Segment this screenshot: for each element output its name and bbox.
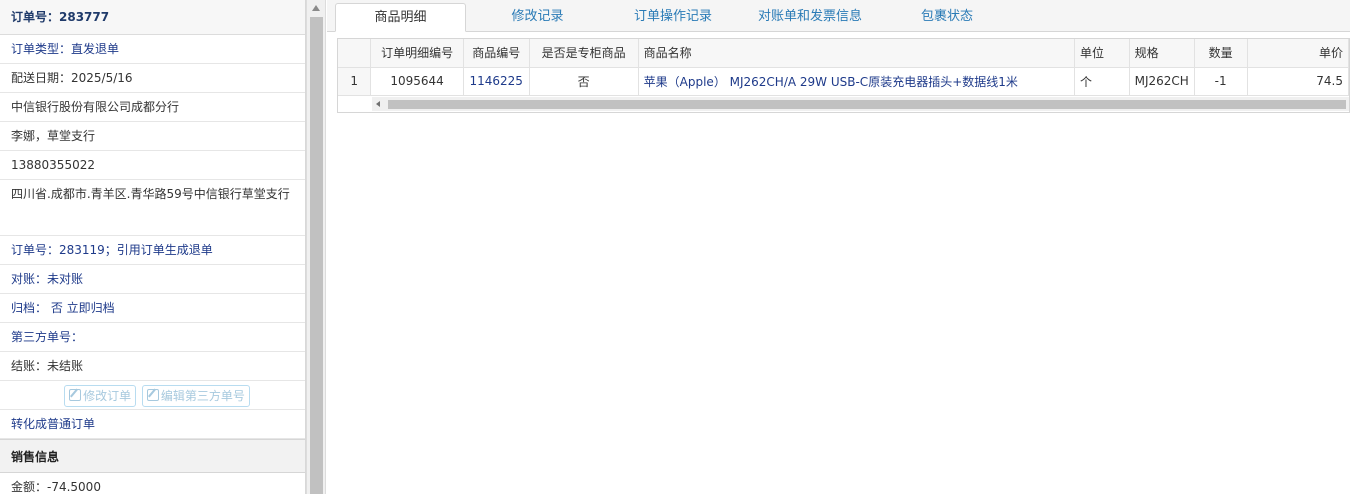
col-header-name[interactable]: 商品名称 [638, 39, 1076, 68]
horizontal-scrollbar[interactable] [372, 97, 1349, 111]
amount: 金额：-74.5000 [0, 473, 305, 494]
col-header-product-id[interactable]: 商品编号 [463, 39, 530, 68]
cell-unit: 个 [1074, 67, 1130, 96]
edit-third-party-label: 编辑第三方单号 [160, 388, 245, 403]
edit-third-party-button[interactable]: 编辑第三方单号 [141, 384, 250, 407]
order-number-title: 订单号：283777 [0, 0, 305, 35]
tab-bar: 商品明细 修改记录 订单操作记录 对账单和发票信息 包裹状态 [327, 0, 1350, 32]
cell-counter: 否 [529, 67, 639, 96]
action-button-row: 修改订单 编辑第三方单号 [0, 381, 305, 410]
cell-price: 74.5 [1247, 67, 1349, 96]
archive-status[interactable]: 归档： 否 立即归档 [0, 294, 305, 323]
row-number: 1 [338, 67, 372, 96]
company-name: 中信银行股份有限公司成都分行 [0, 93, 305, 122]
col-header-price[interactable]: 单价 [1247, 39, 1349, 68]
table-header-row: 订单明细编号 商品编号 是否是专柜商品 商品名称 单位 规格 数量 单价 [338, 39, 1349, 68]
third-party-number: 第三方单号： [0, 323, 305, 352]
edit-order-button[interactable]: 修改订单 [64, 384, 137, 407]
tab-package-status[interactable]: 包裹状态 [897, 3, 997, 32]
settle-status: 结账：未结账 [0, 352, 305, 381]
col-header-unit[interactable]: 单位 [1074, 39, 1130, 68]
cell-qty: -1 [1194, 67, 1248, 96]
tab-operation-log[interactable]: 订单操作记录 [617, 3, 729, 32]
product-grid: 订单明细编号 商品编号 是否是专柜商品 商品名称 单位 规格 数量 单价 1 1… [337, 38, 1350, 113]
scroll-left-icon[interactable] [376, 101, 380, 107]
vertical-scrollbar[interactable] [306, 0, 326, 494]
product-table: 订单明细编号 商品编号 是否是专柜商品 商品名称 单位 规格 数量 单价 1 1… [338, 39, 1349, 96]
sales-info-heading: 销售信息 [0, 439, 305, 473]
cell-spec: MJ262CH [1129, 67, 1195, 96]
convert-order-link[interactable]: 转化成普通订单 [0, 410, 305, 439]
reconcile-status: 对账：未对账 [0, 265, 305, 294]
phone-number: 13880355022 [0, 151, 305, 180]
cell-product-id-link[interactable]: 1146225 [463, 67, 530, 96]
scrollbar-thumb[interactable] [310, 17, 323, 494]
col-header-detail-id[interactable]: 订单明细编号 [370, 39, 464, 68]
col-header-qty[interactable]: 数量 [1194, 39, 1248, 68]
horizontal-scrollbar-thumb[interactable] [388, 100, 1346, 109]
col-header-spec[interactable]: 规格 [1129, 39, 1195, 68]
delivery-date: 配送日期：2025/5/16 [0, 64, 305, 93]
edit-icon [146, 388, 159, 401]
order-type: 订单类型：直发退单 [0, 35, 305, 64]
edit-icon [69, 388, 82, 401]
col-header-rownum [338, 39, 372, 68]
app-root: 订单号：283777 订单类型：直发退单 配送日期：2025/5/16 中信银行… [0, 0, 1350, 494]
edit-order-label: 修改订单 [83, 388, 132, 403]
cell-detail-id: 1095644 [370, 67, 464, 96]
tab-edit-history[interactable]: 修改记录 [487, 3, 588, 32]
tab-product-details[interactable]: 商品明细 [335, 3, 466, 32]
contact-person: 李娜，草堂支行 [0, 122, 305, 151]
address: 四川省.成都市.青羊区.青华路59号中信银行草堂支行 [0, 180, 305, 236]
cell-product-name-link[interactable]: 苹果（Apple） MJ262CH/A 29W USB-C原装充电器插头+数据线… [638, 67, 1076, 96]
col-header-counter[interactable]: 是否是专柜商品 [529, 39, 639, 68]
tab-invoice-info[interactable]: 对账单和发票信息 [745, 3, 875, 32]
reference-order[interactable]: 订单号：283119；引用订单生成退单 [0, 236, 305, 265]
scroll-up-icon[interactable] [312, 5, 320, 11]
order-info-panel: 订单号：283777 订单类型：直发退单 配送日期：2025/5/16 中信银行… [0, 0, 306, 494]
detail-panel: 商品明细 修改记录 订单操作记录 对账单和发票信息 包裹状态 订单明细编号 商品… [327, 0, 1350, 494]
table-row[interactable]: 1 1095644 1146225 否 苹果（Apple） MJ262CH/A … [338, 67, 1349, 96]
